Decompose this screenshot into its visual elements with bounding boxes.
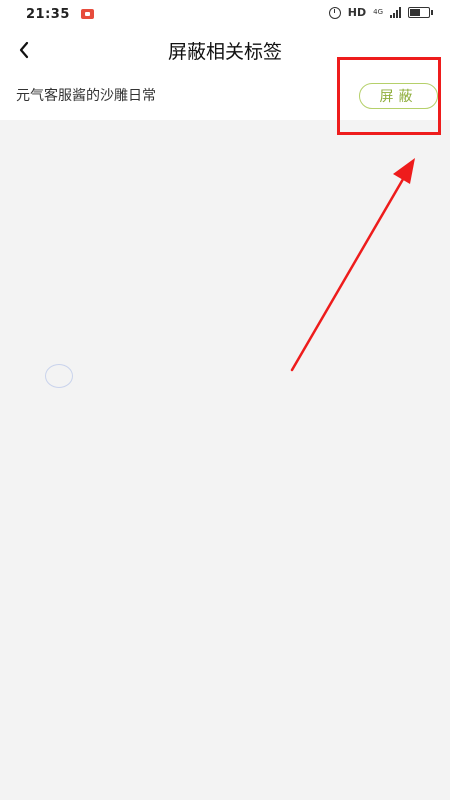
loading-spinner: [45, 364, 73, 388]
annotation-arrow-head: [393, 158, 415, 184]
annotation-arrow-shaft: [290, 172, 408, 372]
annotation-arrow: [290, 158, 415, 372]
